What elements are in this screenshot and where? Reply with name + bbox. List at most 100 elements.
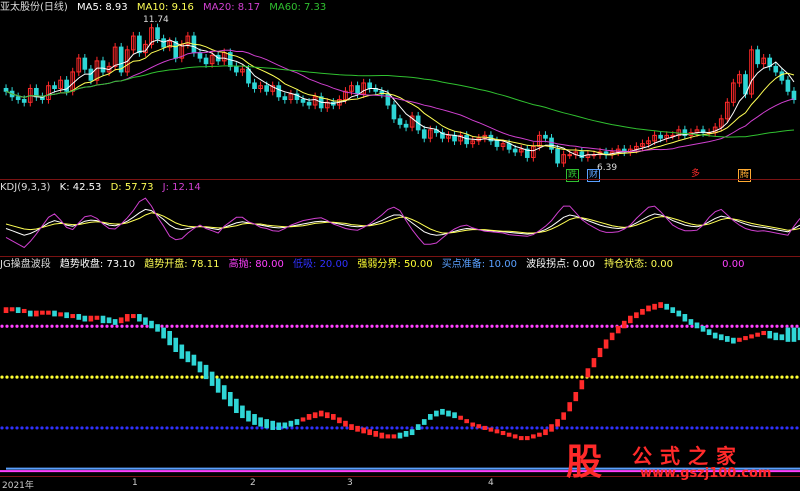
reference-dot	[115, 375, 119, 379]
reference-dot	[400, 375, 404, 379]
reference-dot	[720, 324, 724, 328]
reference-dot	[50, 375, 54, 379]
wave-bar	[300, 417, 306, 422]
reference-dot	[565, 375, 569, 379]
reference-dot	[665, 324, 669, 328]
reference-dot	[515, 324, 519, 328]
reference-dot	[70, 426, 74, 430]
reference-dot	[435, 426, 439, 430]
candle-body	[173, 41, 179, 59]
stock-chart-window: 亚太股份(日线) MA5: 8.93 MA10: 9.16 MA20: 8.17…	[0, 0, 800, 491]
reference-dot	[125, 375, 129, 379]
ma10-line	[5, 42, 795, 156]
reference-dot	[300, 324, 304, 328]
reference-dot	[290, 324, 294, 328]
reference-dot	[50, 426, 54, 430]
reference-dot	[705, 324, 709, 328]
reference-dot	[690, 324, 694, 328]
reference-dot	[295, 324, 299, 328]
reference-dot	[315, 375, 319, 379]
reference-dot	[725, 324, 729, 328]
reference-dot	[185, 426, 189, 430]
candle-body	[100, 60, 106, 73]
reference-dot	[785, 375, 789, 379]
panel-divider	[0, 256, 800, 257]
wave-bar	[349, 424, 354, 430]
wave-bar	[579, 380, 585, 390]
reference-dot	[480, 375, 484, 379]
reference-dot	[35, 375, 39, 379]
wave-bar	[524, 436, 530, 441]
reference-dot	[110, 324, 114, 328]
candle-body	[234, 65, 239, 73]
reference-dot	[370, 375, 374, 379]
reference-dot	[340, 426, 344, 430]
wave-bar	[737, 337, 742, 342]
reference-dot	[470, 324, 474, 328]
reference-dot	[535, 324, 539, 328]
reference-dot	[575, 375, 579, 379]
kdj-title: KDJ(9,3,3)	[0, 182, 51, 193]
reference-dot	[80, 426, 84, 430]
reference-dot	[215, 375, 219, 379]
reference-dot	[775, 426, 779, 430]
reference-dot	[370, 426, 374, 430]
trend-open-value: 趋势开盘: 78.11	[144, 259, 220, 270]
reference-dot	[265, 324, 269, 328]
reference-dot	[520, 426, 524, 430]
wave-bar	[9, 307, 15, 312]
reference-dot	[320, 426, 324, 430]
reference-dot	[145, 426, 149, 430]
reference-dot	[535, 426, 539, 430]
reference-dot	[660, 375, 664, 379]
reference-dot	[460, 324, 464, 328]
reference-dot	[15, 324, 19, 328]
reference-dot	[200, 324, 204, 328]
reference-dot	[230, 324, 234, 328]
reference-dot	[155, 375, 159, 379]
reference-dot	[255, 324, 259, 328]
wave-bar	[634, 312, 639, 319]
reference-dot	[70, 375, 74, 379]
reference-dot	[590, 426, 594, 430]
reference-dot	[130, 375, 134, 379]
reference-dot	[635, 324, 639, 328]
reference-dot	[390, 426, 394, 430]
reference-dot	[525, 324, 529, 328]
reference-dot	[720, 426, 724, 430]
reference-dot	[385, 324, 389, 328]
reference-dot	[55, 375, 59, 379]
reference-dot	[220, 426, 224, 430]
wave-bar	[682, 314, 688, 322]
reference-dot	[605, 426, 609, 430]
wave-bar	[161, 327, 166, 339]
reference-dot	[505, 375, 509, 379]
reference-dot	[635, 375, 639, 379]
wave-bar	[21, 308, 27, 314]
wave-bar	[288, 420, 294, 427]
candle-body	[385, 93, 391, 106]
reference-dot	[310, 324, 314, 328]
reference-dot	[675, 324, 679, 328]
wave-bar	[591, 358, 597, 368]
reference-dot	[385, 375, 389, 379]
reference-dot	[375, 375, 379, 379]
reference-dot	[770, 324, 774, 328]
reference-dot	[170, 426, 174, 430]
signal-badge-4: 腾	[738, 169, 752, 182]
reference-dot	[180, 375, 184, 379]
reference-dot	[170, 375, 174, 379]
wave-bar	[773, 332, 779, 341]
candle-body	[779, 71, 785, 81]
reference-dot	[435, 324, 439, 328]
reference-dot	[20, 426, 24, 430]
wave-bar	[440, 408, 445, 415]
reference-dot	[775, 324, 779, 328]
reference-dot	[10, 324, 14, 328]
reference-dot	[585, 324, 589, 328]
candle-body	[555, 148, 560, 164]
candle-body	[391, 104, 397, 120]
reference-dot	[160, 324, 164, 328]
wave-bar	[791, 327, 797, 342]
reference-dot	[90, 375, 94, 379]
